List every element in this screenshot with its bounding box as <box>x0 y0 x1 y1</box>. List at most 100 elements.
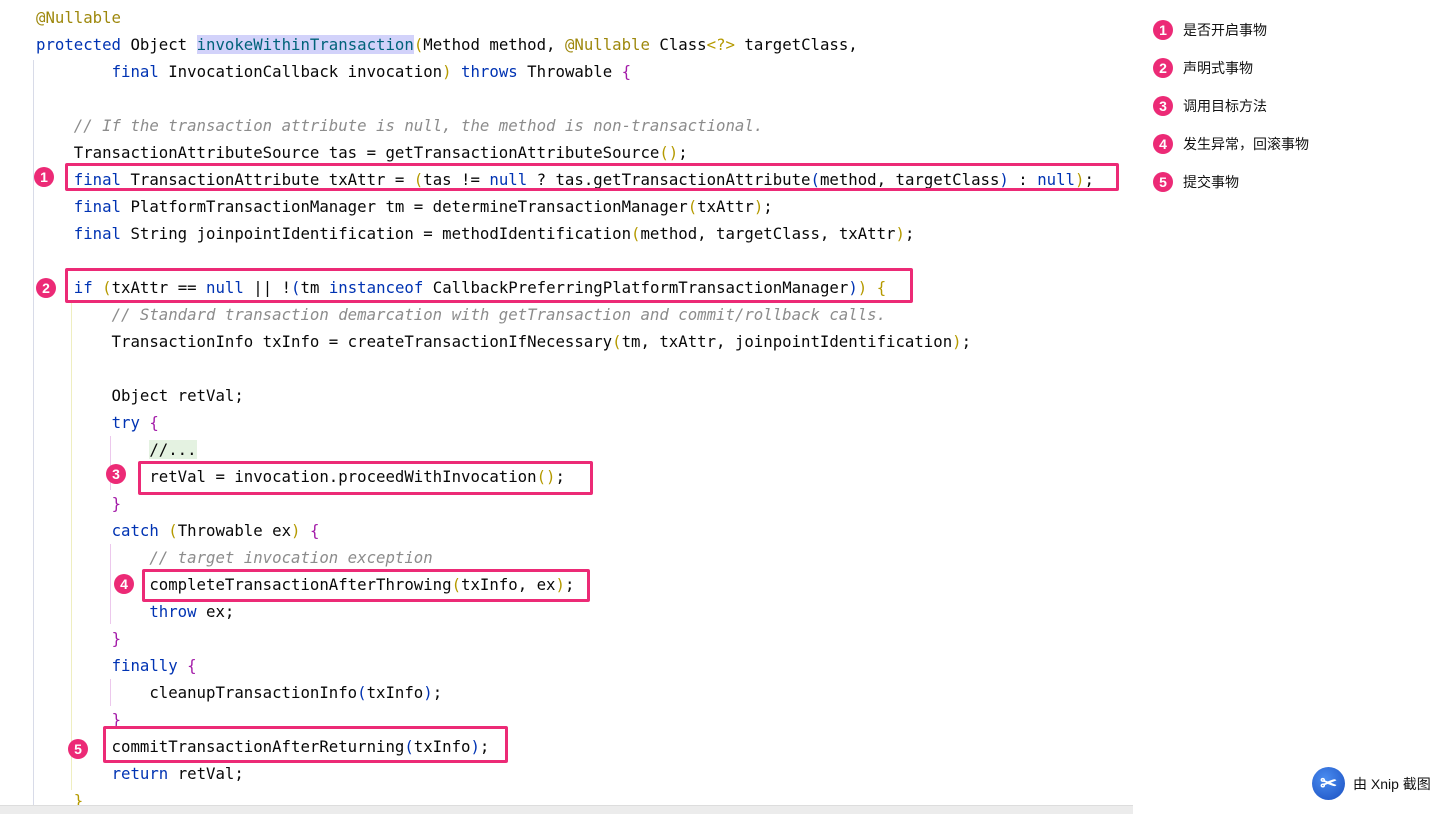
highlight-box-1 <box>65 163 1119 191</box>
code-token: invokeWithinTransaction <box>196 35 414 54</box>
code-token: final <box>111 62 169 81</box>
code-token: txInfo <box>366 683 424 702</box>
code-token: cleanupTransactionInfo <box>36 683 358 702</box>
highlight-box-4 <box>142 569 590 602</box>
code-token: ; <box>961 332 972 351</box>
code-line: catch (Throwable ex) { <box>36 517 320 544</box>
code-line: // target invocation exception <box>36 544 433 571</box>
highlight-box-5 <box>103 726 508 763</box>
code-token: txAttr <box>697 197 754 216</box>
legend-badge: 1 <box>1153 20 1173 40</box>
code-token: @Nullable <box>36 8 122 27</box>
legend-text: 是否开启事物 <box>1183 22 1267 38</box>
code-line: } <box>36 625 121 652</box>
highlight-box-3 <box>138 461 593 495</box>
indent-guide <box>71 300 72 790</box>
legend-badge: 5 <box>1153 172 1173 192</box>
code-token: <?> <box>706 35 735 54</box>
code-token: @Nullable <box>564 35 660 54</box>
indent-guide <box>110 679 111 706</box>
code-token: final <box>73 224 131 243</box>
code-token: ex; <box>206 602 235 621</box>
indent-guide <box>110 544 111 624</box>
code-token: String joinpointIdentification = methodI… <box>130 224 632 243</box>
code-token: throws <box>461 62 528 81</box>
code-token: { <box>187 656 197 675</box>
code-line: throw ex; <box>36 598 234 625</box>
code-token: method, targetClass, txAttr <box>640 224 896 243</box>
legend-text: 发生异常，回滚事物 <box>1183 136 1309 152</box>
code-token: TransactionAttributeSource tas = getTran… <box>36 143 660 162</box>
code-token: final <box>73 197 131 216</box>
legend-badge: 4 <box>1153 134 1173 154</box>
code-line: } <box>36 490 121 517</box>
code-line: try { <box>36 409 159 436</box>
code-line: return retVal; <box>36 760 244 787</box>
legend-badge: 3 <box>1153 96 1173 116</box>
marker-badge-5: 5 <box>68 739 88 759</box>
code-line: protected Object invokeWithinTransaction… <box>36 31 858 58</box>
code-token: finally <box>111 656 188 675</box>
code-line: final String joinpointIdentification = m… <box>36 220 915 247</box>
code-line: TransactionAttributeSource tas = getTran… <box>36 139 688 166</box>
code-token: return <box>111 764 178 783</box>
code-token: tm, txAttr, joinpointIdentification <box>621 332 953 351</box>
code-token: { <box>149 413 159 432</box>
code-token: ( <box>687 197 698 216</box>
code-token: () <box>659 143 679 162</box>
code-token: ; <box>904 224 915 243</box>
code-line: Object retVal; <box>36 382 244 409</box>
legend-text: 声明式事物 <box>1183 60 1253 76</box>
code-line: TransactionInfo txInfo = createTransacti… <box>36 328 972 355</box>
code-token: protected <box>36 35 131 54</box>
legend-badge: 2 <box>1153 58 1173 78</box>
code-token: } <box>111 629 122 648</box>
watermark-text: 由 Xnip 截图 <box>1353 775 1431 792</box>
code-token: Object <box>130 35 197 54</box>
legend-text: 调用目标方法 <box>1183 98 1267 114</box>
code-token: catch <box>111 521 169 540</box>
code-line: @Nullable <box>36 4 121 31</box>
legend-item-5: 5 提交事物 <box>1153 172 1239 192</box>
code-token: Method method, <box>423 35 565 54</box>
legend-item-3: 3 调用目标方法 <box>1153 96 1267 116</box>
code-token: ; <box>763 197 773 216</box>
code-token: ( <box>168 521 178 540</box>
code-token: Object retVal; <box>36 386 244 405</box>
code-editor[interactable]: @Nullable protected Object invokeWithinTr… <box>0 0 1133 810</box>
code-token: ( <box>612 332 622 351</box>
code-token: ( <box>357 683 367 702</box>
code-token: retVal; <box>177 764 244 783</box>
code-token: // If the transaction attribute is null,… <box>73 116 764 135</box>
code-token: // target invocation exception <box>149 548 433 567</box>
scissors-icon: ✂ <box>1312 767 1345 800</box>
code-token: ; <box>432 683 443 702</box>
code-line: final InvocationCallback invocation) thr… <box>36 58 632 85</box>
code-token: ) <box>952 332 962 351</box>
xnip-watermark: ✂ 由 Xnip 截图 <box>1312 767 1431 800</box>
indent-guide <box>33 60 34 805</box>
code-line: final PlatformTransactionManager tm = de… <box>36 193 773 220</box>
code-line: // Standard transaction demarcation with… <box>36 301 886 328</box>
code-token: ) <box>442 62 452 81</box>
code-token: targetClass, <box>734 35 858 54</box>
code-token: Throwable <box>527 62 622 81</box>
legend-item-2: 2 声明式事物 <box>1153 58 1253 78</box>
code-token: PlatformTransactionManager tm = determin… <box>130 197 688 216</box>
code-token: try <box>111 413 150 432</box>
code-token: { <box>621 62 632 81</box>
